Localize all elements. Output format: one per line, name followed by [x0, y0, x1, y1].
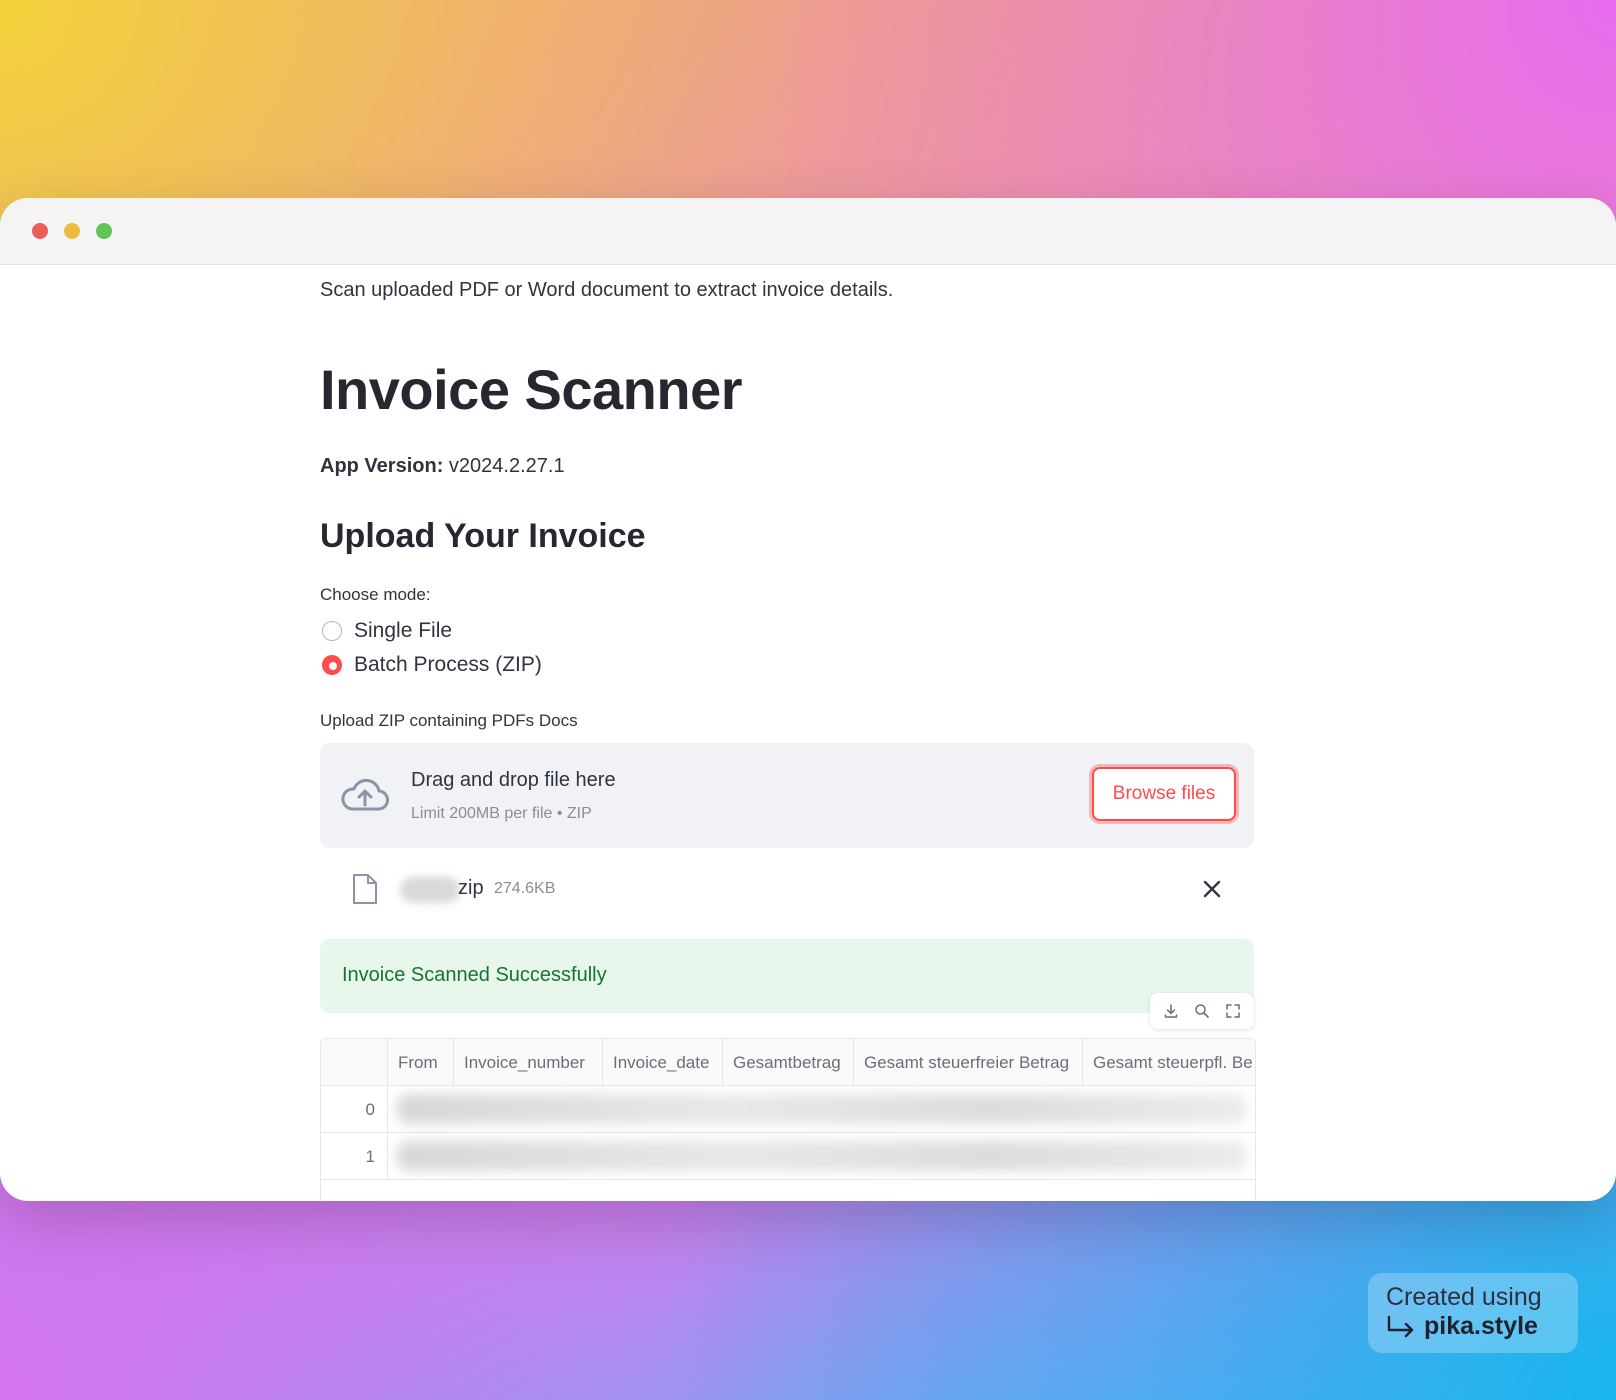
cloud-upload-icon — [341, 778, 389, 811]
table-header: From Invoice_number Invoice_date Gesamtb… — [321, 1039, 1255, 1086]
radio-single-file[interactable]: Single File — [322, 619, 452, 643]
row-index: 1 — [321, 1133, 388, 1179]
minimize-window-button[interactable] — [64, 223, 80, 239]
close-window-button[interactable] — [32, 223, 48, 239]
app-version: App Version: v2024.2.27.1 — [320, 455, 565, 478]
results-table[interactable]: From Invoice_number Invoice_date Gesamtb… — [320, 1038, 1256, 1201]
column-header[interactable]: Invoice_number — [454, 1039, 603, 1085]
section-title: Upload Your Invoice — [320, 517, 646, 555]
row-index: 0 — [321, 1086, 388, 1132]
page-title: Invoice Scanner — [320, 358, 743, 421]
maximize-window-button[interactable] — [96, 223, 112, 239]
search-icon[interactable] — [1191, 1000, 1213, 1022]
window-titlebar — [0, 198, 1616, 265]
success-message: Invoice Scanned Successfully — [342, 964, 607, 986]
radio-button[interactable] — [322, 621, 342, 641]
close-icon[interactable] — [1198, 875, 1226, 903]
column-header[interactable]: Invoice_date — [603, 1039, 723, 1085]
mode-label: Choose mode: — [320, 585, 431, 604]
app-window: Scan uploaded PDF or Word document to ex… — [0, 198, 1616, 1201]
dropzone-limit: Limit 200MB per file • ZIP — [411, 805, 592, 822]
version-value: v2024.2.27.1 — [448, 455, 565, 477]
column-header[interactable]: Gesamt steuerpfl. Be — [1083, 1039, 1255, 1085]
browse-files-button[interactable]: Browse files — [1092, 767, 1236, 821]
return-arrow-icon — [1387, 1315, 1414, 1337]
redacted-filename — [400, 877, 460, 903]
radio-label: Single File — [354, 619, 453, 642]
uploader-label: Upload ZIP containing PDFs Docs — [320, 711, 578, 730]
column-header[interactable]: Gesamt steuerfreier Betrag — [854, 1039, 1083, 1085]
uploaded-file-size: 274.6KB — [494, 880, 556, 897]
radio-button-selected[interactable] — [322, 655, 342, 675]
uploaded-file-name: zip — [458, 877, 484, 899]
table-toolbar — [1150, 993, 1254, 1029]
download-icon[interactable] — [1160, 1000, 1182, 1022]
column-header[interactable]: Gesamtbetrag — [723, 1039, 854, 1085]
file-icon — [353, 874, 377, 904]
redacted-row-content — [397, 1094, 1247, 1124]
redacted-row-content — [397, 1141, 1247, 1171]
watermark-line2: pika.style — [1424, 1312, 1538, 1340]
radio-batch-process[interactable]: Batch Process (ZIP) — [322, 653, 542, 677]
uploaded-file-row: zip 274.6KB — [320, 865, 1254, 915]
file-dropzone[interactable]: Drag and drop file here Limit 200MB per … — [320, 743, 1254, 848]
column-header[interactable]: From — [388, 1039, 454, 1085]
radio-label: Batch Process (ZIP) — [354, 653, 542, 676]
fullscreen-icon[interactable] — [1222, 1000, 1244, 1022]
success-alert: Invoice Scanned Successfully — [320, 939, 1254, 1013]
dropzone-instructions: Drag and drop file here — [411, 769, 616, 791]
version-label: App Version: — [320, 455, 444, 477]
pika-style-watermark: Created using pika.style — [1368, 1273, 1578, 1353]
watermark-line1: Created using — [1386, 1283, 1542, 1311]
watermark-brand: pika.style — [1386, 1312, 1560, 1341]
table-row[interactable]: 0 — [321, 1086, 1255, 1133]
index-column-header — [321, 1039, 388, 1085]
table-row[interactable]: 1 — [321, 1133, 1255, 1180]
page-subtitle: Scan uploaded PDF or Word document to ex… — [320, 279, 894, 301]
